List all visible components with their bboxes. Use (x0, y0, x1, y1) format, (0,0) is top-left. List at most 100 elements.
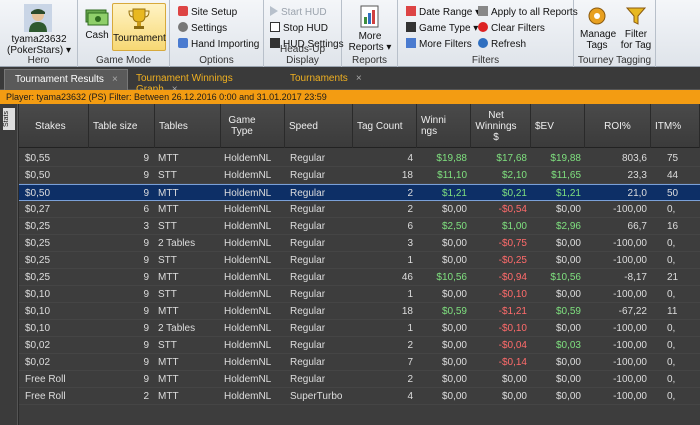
hand-importing-button[interactable]: Hand Importing (178, 38, 259, 51)
cell-game: HoldemNL (224, 340, 272, 351)
col-net-winnings[interactable]: Net Winnings $ (471, 104, 531, 148)
filter-icon (406, 38, 416, 48)
gear-icon (178, 22, 188, 32)
date-range-button[interactable]: Date Range ▾ (406, 6, 480, 19)
game-type-button[interactable]: Game Type ▾ (406, 22, 478, 35)
cell-stakes: $0,25 (25, 221, 51, 232)
filter-for-tag-button[interactable]: Filter for Tag (618, 5, 654, 51)
hero-selector[interactable]: tyama23632 (PokerStars) ▾ (0, 34, 78, 56)
cell-tables: MTT (158, 204, 179, 215)
tab-tournaments[interactable]: Tournaments × (280, 69, 370, 90)
table-row[interactable]: $0,50 9 MTT HoldemNL Regular 2 $1,21 $0,21 $1,21… (19, 184, 700, 201)
close-icon[interactable]: × (112, 74, 118, 85)
table-row[interactable]: $0,50 9 STT HoldemNL Regular 18 $11,10 $2,10 $11… (19, 167, 700, 184)
stats-side-tab[interactable]: Stats (3, 108, 15, 130)
cell-itm: 11 (667, 306, 678, 317)
cell-win: $0,00 (441, 340, 467, 351)
hand-importing-label: Hand Importing (191, 39, 260, 50)
col-speed[interactable]: Speed (285, 104, 353, 148)
ribbon: tyama23632 (PokerStars) ▾ Hero Cash Tour… (0, 0, 700, 67)
tab-tournament-results[interactable]: Tournament Results × (4, 69, 128, 90)
cell-size: 9 (143, 289, 149, 300)
cell-speed: Regular (290, 255, 326, 266)
table-row[interactable]: $0,02 9 MTT HoldemNL Regular 7 $0,00 -$0,14 $0,0… (19, 354, 700, 371)
manage-tags-button[interactable]: Manage Tags (576, 5, 618, 51)
cell-net: $0,00 (501, 374, 527, 385)
col-tag-count[interactable]: Tag Count (353, 104, 417, 148)
cell-game: HoldemNL (224, 255, 272, 266)
cell-tags: 1 (407, 289, 413, 300)
table-row[interactable]: $0,25 9 MTT HoldemNL Regular 46 $10,56 -$0,94 $1… (19, 269, 700, 286)
cell-ev: $0,00 (555, 238, 581, 249)
refresh-button[interactable]: Refresh (478, 38, 526, 51)
cell-net: -$0,10 (498, 323, 527, 334)
cell-speed: Regular (290, 323, 326, 334)
tab-tournament-winnings-graph[interactable]: Tournament Winnings Graph× (126, 69, 280, 95)
table-row[interactable]: $0,25 9 2 Tables HoldemNL Regular 3 $0,00 -$0,7… (19, 235, 700, 252)
cell-net: $2,10 (501, 170, 527, 181)
table-row[interactable]: $0,25 9 STT HoldemNL Regular 1 $0,00 -$0,25 $0,0… (19, 252, 700, 269)
reports-group-label: Reports (351, 55, 387, 66)
col-winnings[interactable]: Winnings (417, 104, 471, 148)
more-reports-button[interactable]: More Reports ▾ (344, 5, 396, 53)
cell-tables: STT (158, 221, 177, 232)
site-setup-icon (178, 6, 188, 16)
cell-net: -$1,21 (498, 306, 527, 317)
clear-filters-label: Clear Filters (491, 23, 545, 34)
cell-itm: 44 (667, 170, 679, 181)
cell-itm: 0, (667, 289, 676, 300)
cell-stakes: $0,02 (25, 340, 51, 351)
cell-size: 9 (143, 374, 149, 385)
cell-roi: -100,00 (613, 340, 647, 351)
tagging-group-label: Tourney Tagging (577, 55, 652, 66)
col-itm[interactable]: ITM% (651, 104, 700, 148)
hero-avatar[interactable] (24, 4, 52, 32)
cell-game: HoldemNL (224, 357, 272, 368)
cell-win: $0,00 (441, 391, 467, 402)
cell-speed: Regular (290, 238, 326, 249)
col-roi[interactable]: ROI% (585, 104, 651, 148)
reports-group: More Reports ▾ Reports (342, 0, 398, 67)
col-stakes[interactable]: Stakes (19, 104, 89, 148)
close-icon[interactable]: × (356, 73, 362, 84)
cell-game: HoldemNL (224, 188, 272, 199)
table-row[interactable]: $0,27 6 MTT HoldemNL Regular 2 $0,00 -$0,54 $0,0… (19, 201, 700, 218)
cash-label: Cash (85, 30, 109, 41)
cell-net: $1,00 (501, 221, 527, 232)
cell-tables: 2 Tables (158, 238, 196, 249)
more-filters-button[interactable]: More Filters (406, 38, 472, 51)
cash-button[interactable]: Cash (82, 6, 112, 41)
table-row[interactable]: Free Roll 2 MTT HoldemNL SuperTurbo 4 $0,00 $0,… (19, 388, 700, 405)
funnel-icon (625, 7, 647, 25)
cell-stakes: $0,50 (25, 170, 51, 181)
col-tables[interactable]: Tables (155, 104, 221, 148)
table-row[interactable]: $0,10 9 STT HoldemNL Regular 1 $0,00 -$0,10 $0,0… (19, 286, 700, 303)
col-table-size[interactable]: Table size (89, 104, 155, 148)
cell-itm: 75 (667, 153, 679, 164)
table-row[interactable]: $0,10 9 2 Tables HoldemNL Regular 1 $0,00 -$0,1… (19, 320, 700, 337)
cell-net: $17,68 (496, 153, 527, 164)
table-row[interactable]: Free Roll 9 MTT HoldemNL Regular 2 $0,00 $0,00 $… (19, 371, 700, 388)
clear-filters-button[interactable]: Clear Filters (478, 22, 545, 35)
table-row[interactable]: $0,25 3 STT HoldemNL Regular 6 $2,50 $1,00 $2,96… (19, 218, 700, 235)
tournament-button[interactable]: Tournament (112, 3, 166, 51)
col-game-type[interactable]: Game Type (221, 104, 285, 148)
stop-hud-button[interactable]: Stop HUD (270, 22, 328, 35)
site-setup-button[interactable]: Site Setup (178, 6, 237, 19)
table-row[interactable]: $0,02 9 STT HoldemNL Regular 2 $0,00 -$0,04 $0,0… (19, 337, 700, 354)
cell-net: -$0,54 (498, 204, 527, 215)
cell-speed: Regular (290, 272, 326, 283)
settings-button[interactable]: Settings (178, 22, 227, 35)
cell-size: 9 (143, 357, 149, 368)
cell-net: -$0,75 (498, 238, 527, 249)
stop-icon (270, 22, 280, 32)
col-ev[interactable]: $EV (531, 104, 585, 148)
table-row[interactable]: $0,10 9 MTT HoldemNL Regular 18 $0,59 -$1,21 $0,… (19, 303, 700, 320)
table-row[interactable]: $0,55 9 MTT HoldemNL Regular 4 $19,88 $17,68 $19… (19, 150, 700, 167)
start-hud-button[interactable]: Start HUD (270, 6, 327, 19)
refresh-icon (478, 38, 488, 48)
cell-game: HoldemNL (224, 204, 272, 215)
cell-tags: 6 (407, 221, 413, 232)
apply-all-reports-button[interactable]: Apply to all Reports (478, 6, 578, 19)
start-hud-label: Start HUD (281, 7, 327, 18)
